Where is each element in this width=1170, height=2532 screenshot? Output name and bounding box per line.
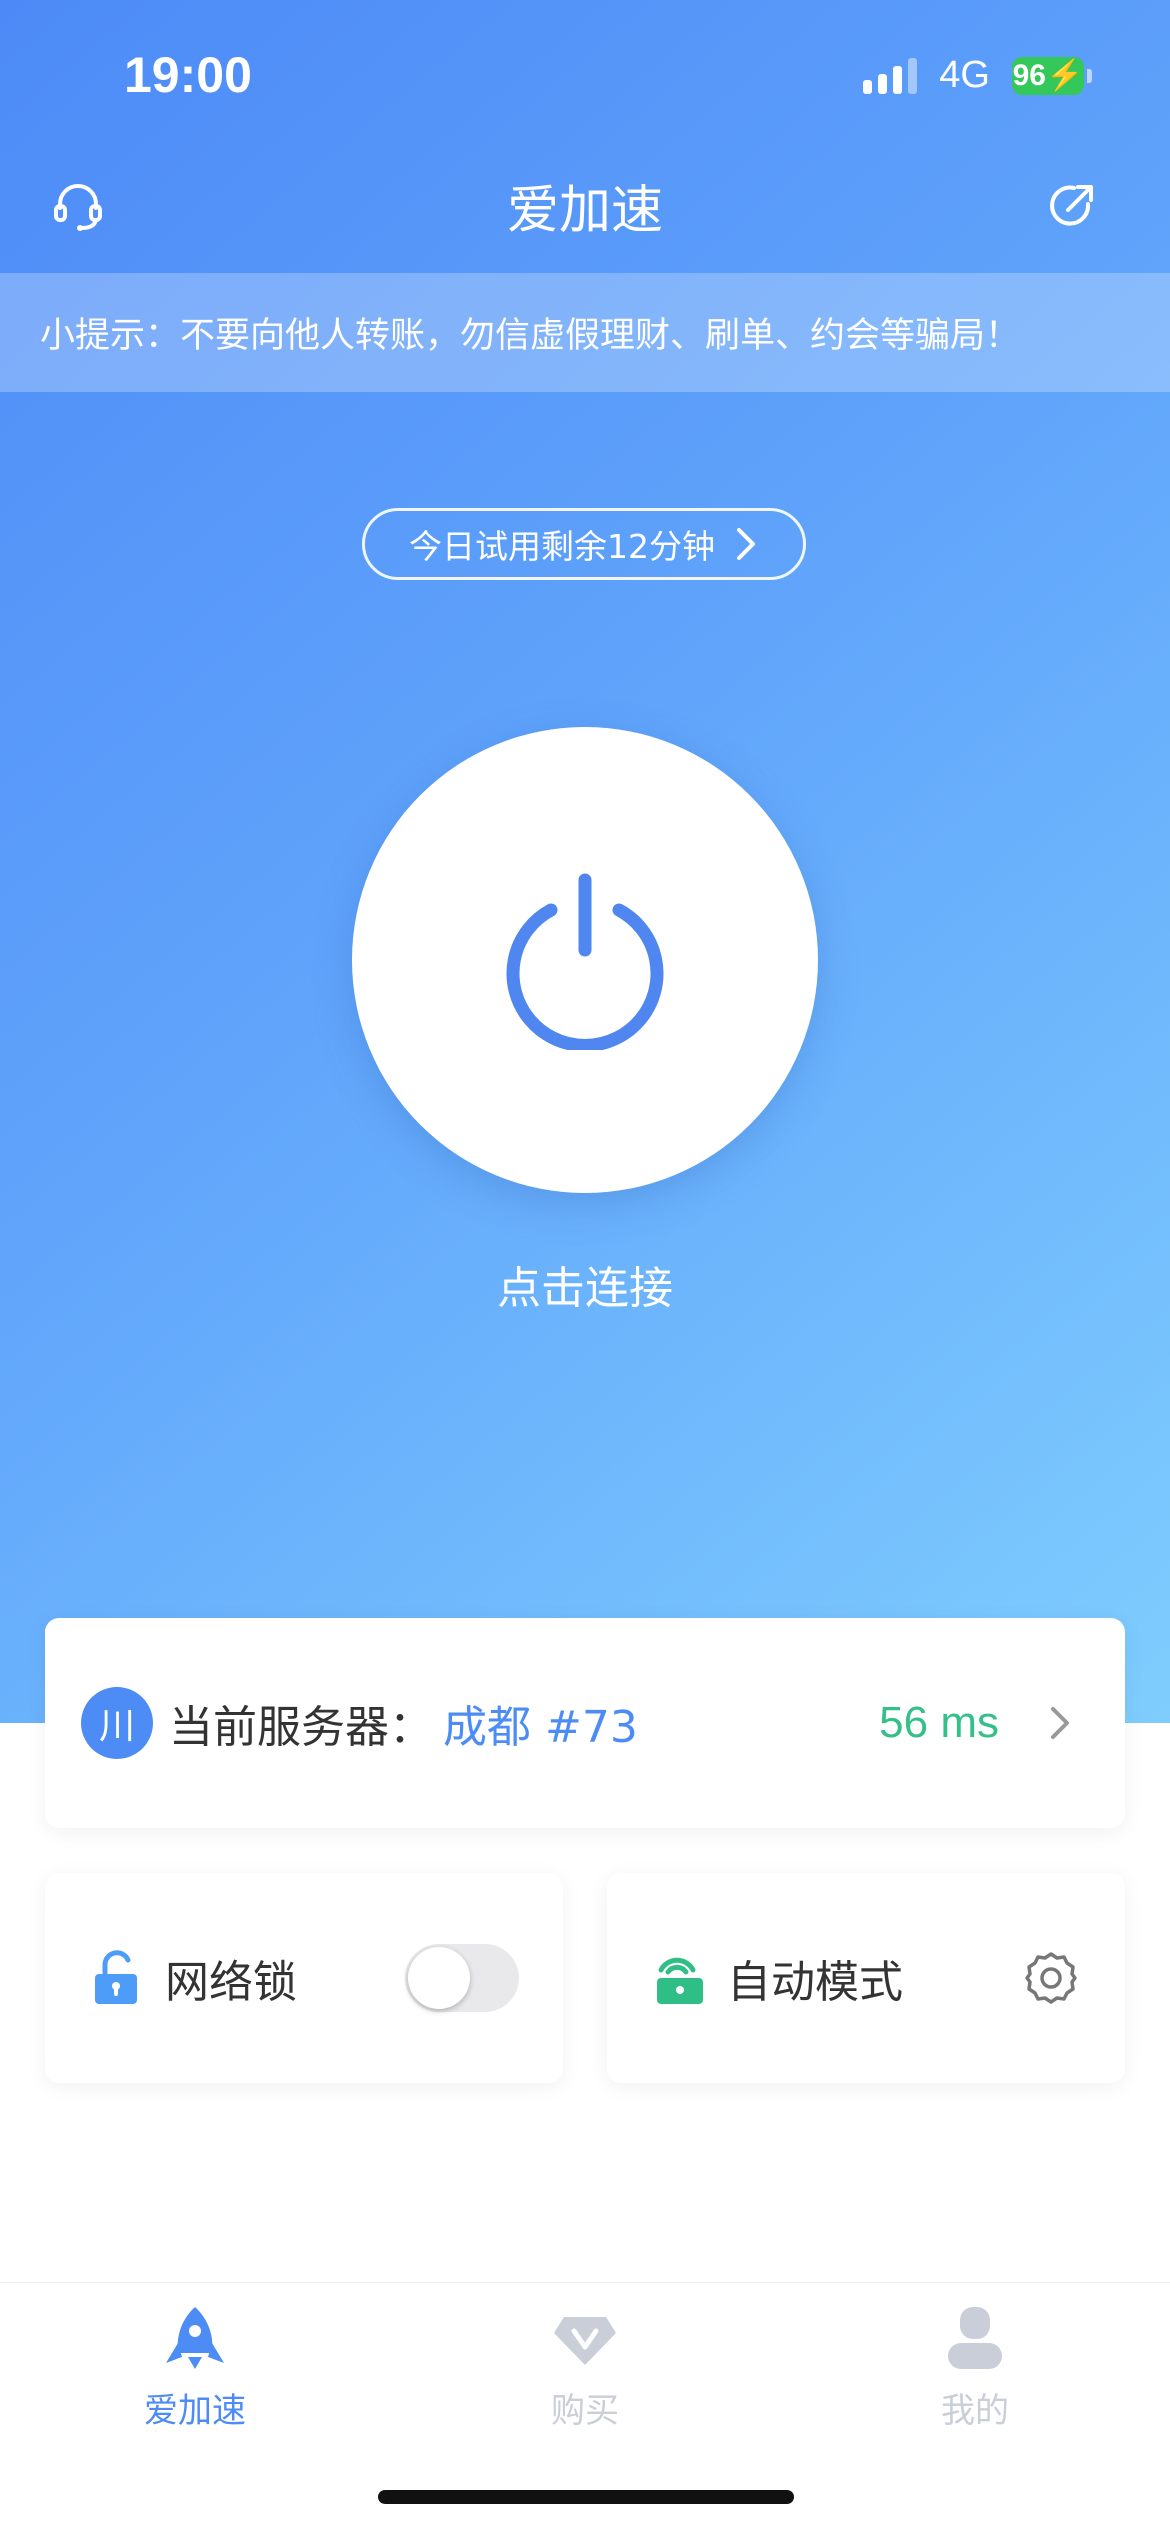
nav-item-me[interactable]: 我的 [825, 2283, 1125, 2432]
status-indicators: 4G 96⚡ [863, 54, 1092, 97]
page-title: 爱加速 [506, 181, 663, 241]
server-label: 当前服务器： [169, 1702, 433, 1753]
home-indicator [378, 2490, 794, 2504]
auto-mode-icon [657, 1957, 703, 2004]
status-time: 19:00 [124, 47, 252, 103]
nav-item-buy[interactable]: 购买 [435, 2283, 735, 2432]
power-icon [506, 873, 664, 1050]
server-name: 成都 #73 [443, 1702, 638, 1753]
battery-icon: 96⚡ [1012, 56, 1092, 95]
network-lock-card: 网络锁 [45, 1873, 563, 2083]
connect-power-button[interactable] [352, 727, 818, 1193]
network-lock-label: 网络锁 [165, 1957, 297, 2008]
server-selector[interactable]: 川 当前服务器： 成都 #73 56 ms [45, 1618, 1125, 1828]
tip-banner: 小提示：不要向他人转账，勿信虚假理财、刷单、约会等骗局！ [0, 273, 1170, 392]
chevron-right-icon [1051, 1707, 1069, 1739]
signal-icon [863, 57, 918, 94]
server-ping: 56 ms [879, 1698, 999, 1747]
unlock-icon [95, 1950, 137, 2004]
gear-icon[interactable] [1023, 1950, 1079, 2006]
server-region-badge: 川 [81, 1687, 153, 1759]
network-lock-toggle[interactable] [405, 1944, 519, 2012]
nav-item-home[interactable]: 爱加速 [45, 2283, 345, 2432]
trial-label: 今日试用剩余12分钟 [409, 527, 715, 566]
tip-text: 小提示：不要向他人转账，勿信虚假理财、刷单、约会等骗局！ [40, 316, 1021, 356]
trial-remaining-button[interactable]: 今日试用剩余12分钟 [362, 508, 806, 580]
toggle-knob [408, 1947, 470, 2009]
diamond-icon [554, 2317, 616, 2365]
network-type: 4G [939, 54, 990, 96]
battery-level: 96⚡ [1012, 56, 1084, 95]
auto-mode-label: 自动模式 [727, 1957, 903, 2008]
nav-label-home: 爱加速 [144, 2391, 246, 2431]
app-screen: 19:00 4G 96⚡ 爱加速 小提示：不要向他人转账，勿信虚假理财、刷单、约… [0, 0, 1170, 2532]
rocket-icon [166, 2307, 224, 2369]
connect-label: 点击连接 [497, 1263, 673, 1314]
nav-label-me: 我的 [941, 2391, 1009, 2431]
share-external-icon[interactable] [1044, 178, 1100, 234]
chevron-right-icon [737, 528, 755, 560]
auto-mode-card[interactable]: 自动模式 [607, 1873, 1125, 2083]
nav-label-buy: 购买 [551, 2391, 619, 2431]
user-icon [948, 2307, 1002, 2369]
